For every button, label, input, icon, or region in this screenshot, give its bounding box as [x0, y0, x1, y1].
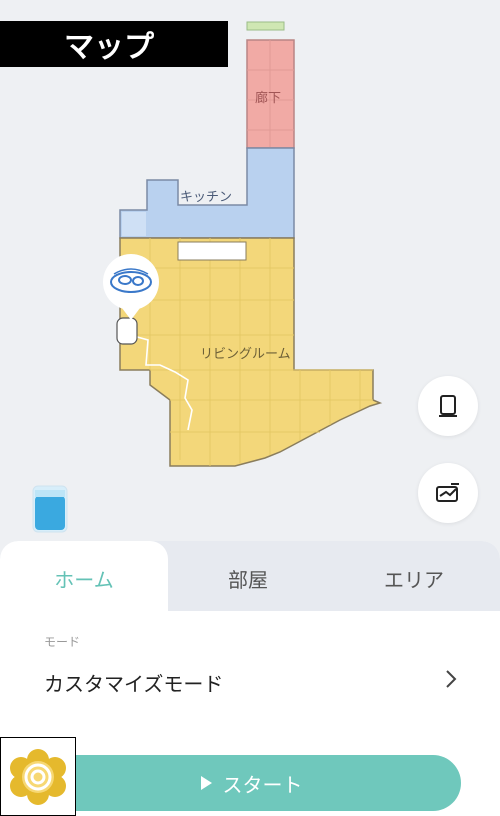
start-button[interactable]: スタート — [40, 755, 461, 811]
map-book-icon — [439, 395, 457, 417]
room-label-corridor: 廊下 — [255, 91, 282, 106]
flower-logo-icon — [10, 748, 66, 805]
room-label-kitchen: キッチン — [180, 190, 233, 205]
tab-area[interactable]: エリア — [328, 541, 500, 611]
room-label-living: リビングルーム — [200, 347, 291, 362]
mode-value: カスタマイズモード — [44, 672, 224, 696]
mode-tabs: 部屋 エリア ホーム — [0, 541, 500, 611]
kitchen-tile — [122, 212, 146, 236]
brand-logo — [0, 737, 76, 816]
play-icon — [200, 776, 212, 790]
start-button-label: スタート — [222, 772, 303, 797]
map-edit-button[interactable] — [418, 463, 478, 523]
floor-plan — [103, 21, 383, 467]
charging-dock — [116, 317, 138, 345]
furniture-obstacle — [177, 241, 247, 261]
tab-home[interactable]: ホーム — [0, 541, 168, 611]
page-title: マップ — [0, 21, 228, 67]
mode-caption: モード — [44, 635, 81, 649]
chevron-right-icon[interactable] — [444, 669, 458, 689]
map-edit-icon — [436, 483, 459, 502]
map-book-button[interactable] — [418, 376, 478, 436]
map-view[interactable]: 廊下 キッチン リビングルーム — [0, 0, 500, 545]
room-strip — [246, 21, 285, 31]
water-tank-icon[interactable] — [30, 484, 70, 534]
tab-room[interactable]: 部屋 — [168, 541, 328, 611]
